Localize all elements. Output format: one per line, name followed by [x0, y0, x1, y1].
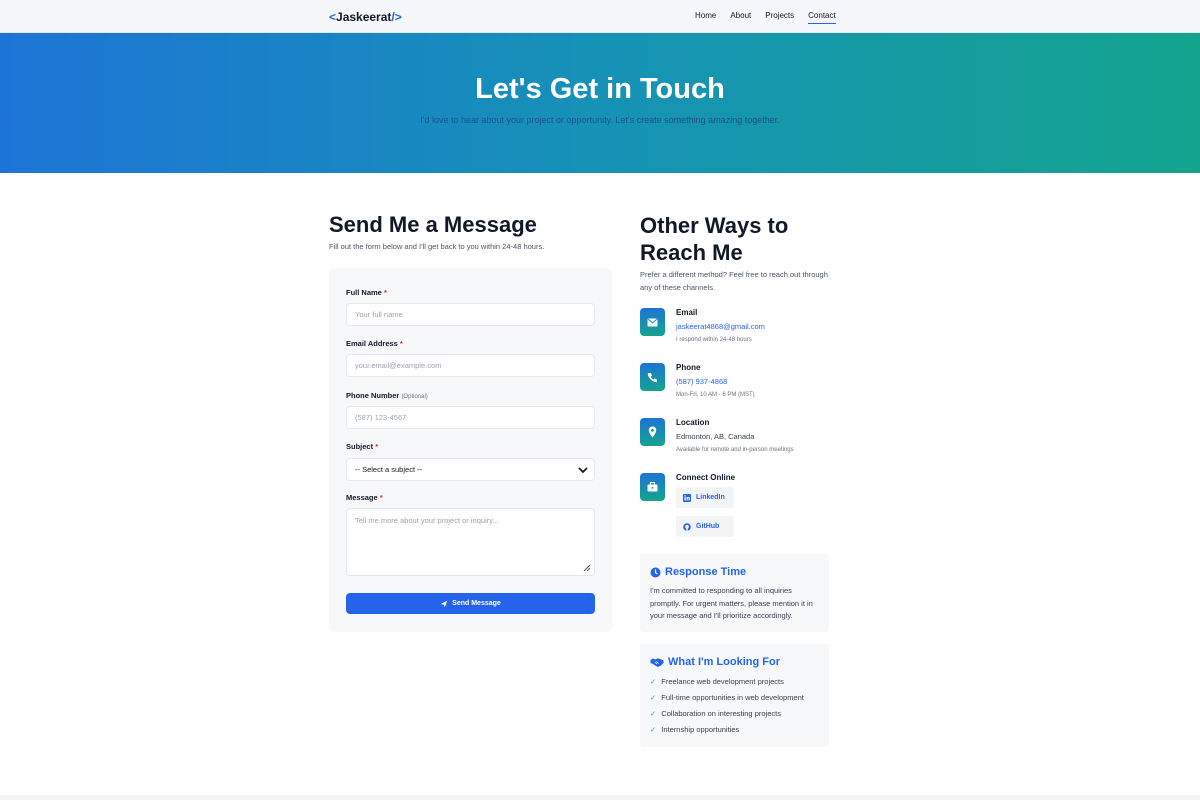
- github-icon: [683, 522, 691, 531]
- required-mark: *: [399, 339, 403, 348]
- logo-bracket-open: <: [329, 10, 337, 24]
- message-label: Message *: [346, 493, 383, 502]
- nav-link-projects[interactable]: Projects: [765, 11, 794, 24]
- contact-form: Full Name * Your full name Email Address…: [329, 268, 612, 632]
- hero-subtitle: I'd love to hear about your project or o…: [420, 115, 780, 125]
- paper-plane-icon: [440, 600, 448, 607]
- briefcase-icon: [640, 473, 665, 501]
- list-item: ✓ Full-time opportunities in web developm…: [650, 693, 804, 702]
- email-note: I respond within 24-48 hours: [676, 337, 752, 343]
- hero-title: Let's Get in Touch: [475, 73, 725, 105]
- nav-link-home[interactable]: Home: [695, 11, 716, 24]
- email-link[interactable]: jaskeerat4868@gmail.com: [676, 322, 765, 331]
- list-item: ✓ Collaboration on interesting projects: [650, 709, 781, 718]
- location-value: Edmonton, AB, Canada: [676, 432, 755, 441]
- required-mark: *: [375, 442, 379, 451]
- required-mark: *: [383, 288, 387, 297]
- envelope-icon: [640, 308, 665, 336]
- phone-input[interactable]: (587) 123-4567: [346, 406, 595, 429]
- nav-link-about[interactable]: About: [730, 11, 751, 24]
- check-icon: ✓: [650, 725, 657, 734]
- linkedin-label: LinkedIn: [696, 494, 725, 501]
- name-label: Full Name *: [346, 288, 387, 297]
- location-note: Available for remote and in-person meeti…: [676, 447, 794, 453]
- list-item: ✓ Freelance web development projects: [650, 677, 784, 686]
- subject-selected-value: -- Select a subject --: [355, 465, 423, 474]
- email-label: Email Address *: [346, 339, 403, 348]
- optional-tag: (Optional): [401, 394, 428, 400]
- form-title: Send Me a Message: [329, 212, 537, 237]
- hero-banner: Let's Get in Touch I'd love to hear abou…: [0, 33, 1200, 173]
- location-title: Location: [676, 418, 710, 427]
- linkedin-icon: [683, 493, 691, 502]
- looking-for-title: What I'm Looking For: [650, 656, 780, 668]
- form-subtitle: Fill out the form below and I'll get bac…: [329, 242, 545, 251]
- email-input[interactable]: your.email@example.com: [346, 354, 595, 377]
- subject-label: Subject *: [346, 442, 379, 451]
- response-time-title: Response Time: [650, 566, 746, 578]
- contact-title: Other Ways to Reach Me: [640, 213, 789, 265]
- resize-handle-icon[interactable]: [583, 564, 591, 572]
- phone-label: Phone Number (Optional): [346, 391, 428, 400]
- handshake-icon: [650, 658, 664, 667]
- phone-title: Phone: [676, 363, 701, 372]
- message-textarea[interactable]: Tell me more about your project or inqui…: [346, 508, 595, 576]
- github-label: GitHub: [696, 523, 720, 530]
- phone-link[interactable]: (587) 937-4868: [676, 377, 727, 386]
- linkedin-button[interactable]: LinkedIn: [676, 487, 734, 508]
- logo-name: Jaskeerat: [336, 10, 392, 24]
- response-time-card: Response Time I'm committed to respondin…: [640, 554, 829, 632]
- list-item: ✓ Internship opportunities: [650, 725, 740, 734]
- phone-note: Mon-Fri, 10 AM - 6 PM (MST): [676, 392, 755, 398]
- send-message-label: Send Message: [452, 600, 501, 607]
- subject-select[interactable]: -- Select a subject --: [346, 458, 595, 481]
- send-message-button[interactable]: Send Message: [346, 593, 595, 614]
- name-input[interactable]: Your full name: [346, 303, 595, 326]
- clock-icon: [650, 567, 661, 577]
- message-placeholder: Tell me more about your project or inqui…: [355, 516, 499, 525]
- check-icon: ✓: [650, 693, 657, 702]
- logo-bracket-close: />: [391, 10, 402, 24]
- github-button[interactable]: GitHub: [676, 516, 734, 537]
- contact-subtitle: Prefer a different method? Feel free to …: [640, 270, 828, 292]
- nav-links: Home About Projects Contact: [695, 11, 850, 24]
- chevron-down-icon: [578, 467, 588, 474]
- navbar: <Jaskeerat/> Home About Projects Contact: [0, 0, 1200, 33]
- location-pin-icon: [640, 418, 665, 446]
- phone-icon: [640, 363, 665, 391]
- check-icon: ✓: [650, 677, 657, 686]
- online-title: Connect Online: [676, 473, 736, 482]
- check-icon: ✓: [650, 709, 657, 718]
- footer-divider: [0, 795, 1200, 800]
- response-time-body: I'm committed to responding to all inqui…: [650, 586, 813, 620]
- required-mark: *: [379, 493, 383, 502]
- looking-for-card: What I'm Looking For ✓ Freelance web deve…: [640, 644, 829, 747]
- nav-link-contact[interactable]: Contact: [808, 11, 836, 24]
- site-logo[interactable]: <Jaskeerat/>: [329, 10, 402, 24]
- email-title: Email: [676, 308, 698, 317]
